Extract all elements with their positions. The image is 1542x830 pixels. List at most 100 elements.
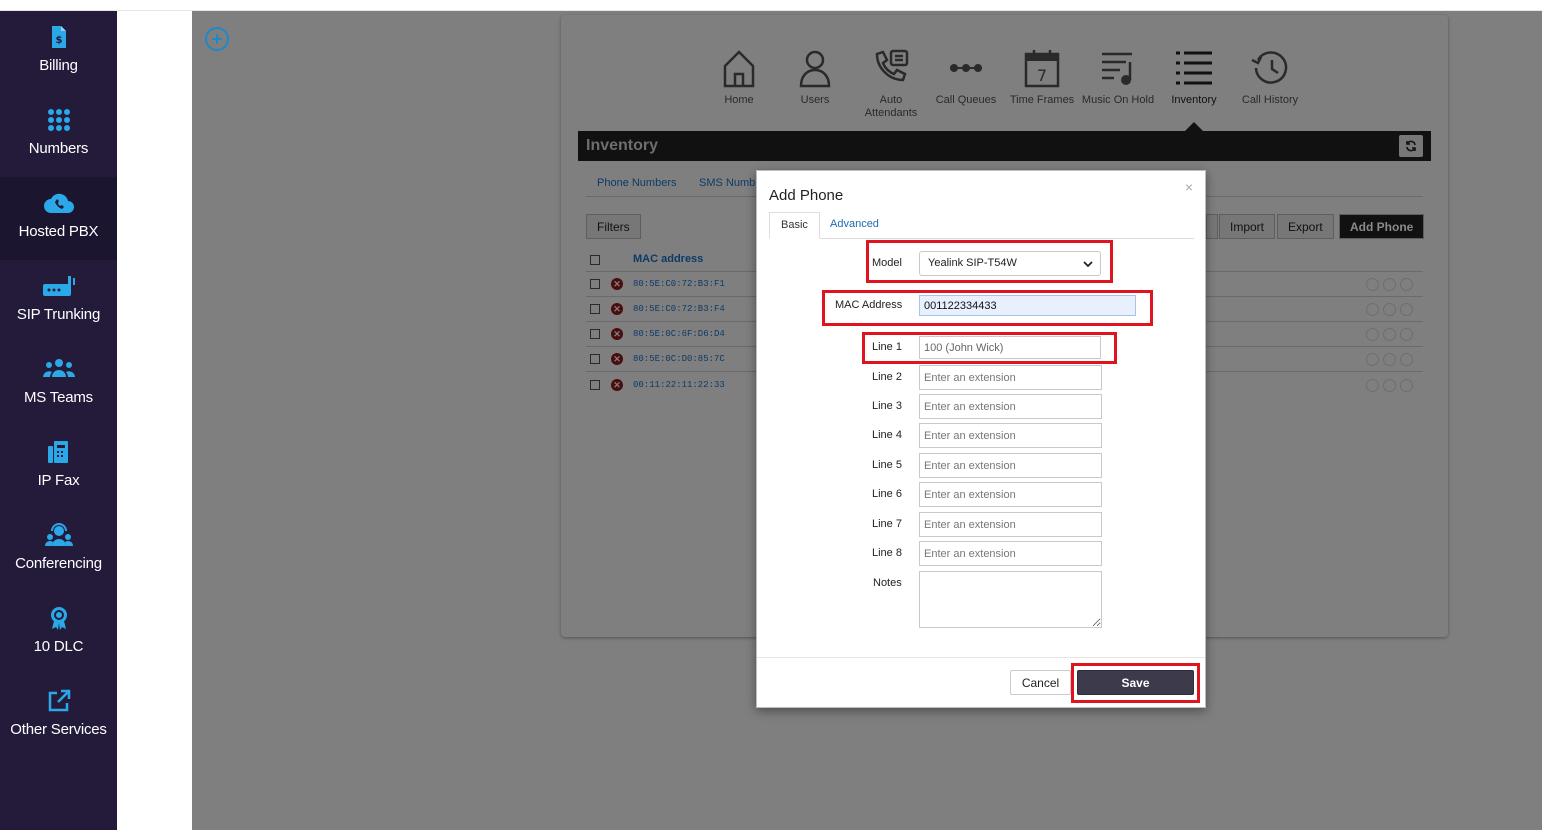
sidebar-item-billing[interactable]: $ Billing: [0, 11, 117, 94]
tab-advanced[interactable]: Advanced: [819, 212, 890, 239]
import-button[interactable]: Import: [1219, 214, 1276, 239]
delete-icon[interactable]: [1400, 328, 1413, 341]
nav-call-queues[interactable]: Call Queues: [928, 48, 1004, 107]
nav-label: Auto Attendants: [864, 94, 918, 119]
inventory-header: Inventory: [578, 131, 1431, 161]
nav-label: Home: [724, 94, 754, 106]
model-value: Yealink SIP-T54W: [928, 257, 1017, 269]
nav-auto-attendants[interactable]: Auto Attendants: [853, 48, 929, 120]
settings-icon[interactable]: [1366, 379, 1379, 392]
line-4-input[interactable]: [919, 423, 1102, 448]
sidebar-item-label: Hosted PBX: [18, 223, 99, 240]
mac-cell[interactable]: 80:5E:C0:72:B3:F4: [633, 304, 725, 314]
settings-icon[interactable]: [1366, 278, 1379, 291]
column-header-mac[interactable]: MAC address: [633, 253, 703, 265]
row-checkbox[interactable]: [590, 279, 600, 289]
edit-icon[interactable]: [1383, 328, 1396, 341]
select-all-checkbox[interactable]: [590, 255, 600, 265]
refresh-button[interactable]: [1399, 135, 1423, 157]
router-icon: [0, 274, 117, 300]
sidebar-item-sip-trunking[interactable]: SIP Trunking: [0, 260, 117, 343]
mac-cell[interactable]: 80:5E:0C:6F:D6:D4: [633, 329, 725, 339]
line-2-input[interactable]: [919, 365, 1102, 390]
filters-button[interactable]: Filters: [586, 214, 641, 239]
sidebar-item-ip-fax[interactable]: IP Fax: [0, 426, 117, 509]
mac-cell[interactable]: 00:11:22:11:22:33: [633, 380, 725, 390]
nav-music-on-hold[interactable]: Music On Hold: [1080, 48, 1156, 107]
delete-icon[interactable]: [1400, 353, 1413, 366]
edit-icon[interactable]: [1383, 303, 1396, 316]
mac-cell[interactable]: 80:5E:0C:D0:85:7C: [633, 354, 725, 364]
add-circle-icon[interactable]: [205, 27, 229, 51]
line-3-label: Line 3: [872, 400, 902, 412]
line-1-input[interactable]: [919, 336, 1101, 359]
settings-icon[interactable]: [1366, 303, 1379, 316]
notes-textarea[interactable]: [919, 571, 1102, 628]
row-checkbox[interactable]: [590, 354, 600, 364]
conference-icon: [0, 523, 117, 549]
line-8-input[interactable]: [919, 541, 1102, 566]
nav-time-frames[interactable]: 7 Time Frames: [1004, 48, 1080, 107]
sidebar-item-numbers[interactable]: Numbers: [0, 94, 117, 177]
call-queue-icon: [950, 64, 982, 72]
line-2-label: Line 2: [872, 371, 902, 383]
row-actions: [1366, 303, 1413, 316]
nav-label: Music On Hold: [1081, 94, 1155, 106]
sidebar-item-hosted-pbx[interactable]: Hosted PBX: [0, 177, 117, 260]
modal-title: Add Phone: [769, 187, 844, 204]
row-actions: [1366, 379, 1413, 392]
user-icon: [799, 50, 831, 88]
save-button[interactable]: Save: [1077, 670, 1194, 695]
dropdown-toggle-button[interactable]: [1206, 214, 1218, 239]
row-checkbox[interactable]: [590, 329, 600, 339]
delete-icon[interactable]: [1400, 379, 1413, 392]
tab-sms-numbers[interactable]: SMS Numb: [699, 177, 756, 189]
settings-icon[interactable]: [1366, 328, 1379, 341]
active-nav-caret: [1185, 122, 1203, 131]
sidebar-item-10-dlc[interactable]: 10 DLC: [0, 592, 117, 675]
row-actions: [1366, 353, 1413, 366]
sidebar-item-label: IP Fax: [37, 472, 80, 489]
row-checkbox[interactable]: [590, 304, 600, 314]
sidebar-item-label: Numbers: [28, 140, 89, 157]
history-icon: [1251, 51, 1288, 84]
sidebar-item-label: MS Teams: [24, 389, 93, 406]
modal-footer-divider: [757, 657, 1205, 658]
sidebar-item-conferencing[interactable]: Conferencing: [0, 509, 117, 592]
edit-icon[interactable]: [1383, 379, 1396, 392]
edit-icon[interactable]: [1383, 278, 1396, 291]
row-actions: [1366, 278, 1413, 291]
sidebar-item-other-services[interactable]: Other Services: [0, 675, 117, 758]
nav-label: Time Frames: [1009, 94, 1075, 106]
line-5-input[interactable]: [919, 453, 1102, 478]
add-phone-modal: Add Phone × Basic Advanced Model Yealink…: [756, 170, 1206, 708]
line-3-input[interactable]: [919, 394, 1102, 419]
model-select[interactable]: Yealink SIP-T54W: [919, 251, 1101, 276]
error-icon: ✕: [611, 379, 623, 391]
tab-phone-numbers[interactable]: Phone Numbers: [597, 177, 677, 189]
edit-icon[interactable]: [1383, 353, 1396, 366]
delete-icon[interactable]: [1400, 303, 1413, 316]
main-sidebar: $ Billing Numbers Hosted PBX SIP Trunkin…: [0, 11, 117, 830]
sidebar-item-ms-teams[interactable]: MS Teams: [0, 343, 117, 426]
settings-icon[interactable]: [1366, 353, 1379, 366]
svg-text:7: 7: [1037, 66, 1047, 85]
add-phone-button[interactable]: Add Phone: [1339, 214, 1425, 239]
row-checkbox[interactable]: [590, 380, 600, 390]
close-icon[interactable]: ×: [1185, 179, 1193, 195]
mac-address-input[interactable]: [919, 295, 1136, 316]
content-gutter: [117, 11, 192, 830]
nav-call-history[interactable]: Call History: [1232, 48, 1308, 107]
line-7-input[interactable]: [919, 512, 1102, 537]
error-icon: ✕: [611, 303, 623, 315]
sidebar-item-label: SIP Trunking: [16, 306, 101, 323]
nav-inventory[interactable]: Inventory: [1156, 48, 1232, 107]
export-button[interactable]: Export: [1277, 214, 1334, 239]
cancel-button[interactable]: Cancel: [1010, 670, 1071, 695]
tab-basic[interactable]: Basic: [769, 212, 820, 239]
line-6-input[interactable]: [919, 482, 1102, 507]
nav-home[interactable]: Home: [701, 48, 777, 107]
delete-icon[interactable]: [1400, 278, 1413, 291]
nav-users[interactable]: Users: [777, 48, 853, 107]
mac-cell[interactable]: 80:5E:C0:72:B3:F1: [633, 279, 725, 289]
